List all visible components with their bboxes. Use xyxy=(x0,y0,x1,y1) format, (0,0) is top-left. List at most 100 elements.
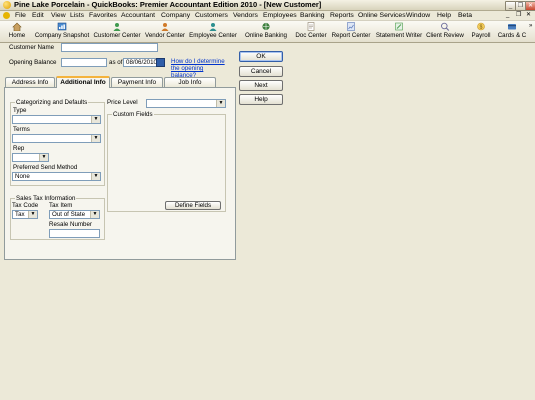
menu-lists[interactable]: Lists xyxy=(70,11,84,20)
customer-center-icon xyxy=(113,23,121,31)
help-button[interactable]: Help xyxy=(239,94,283,105)
as-of-date-field[interactable]: 08/06/2010 xyxy=(123,58,158,67)
toolbar-doc-center-button[interactable]: Doc Center xyxy=(295,22,327,41)
sales-tax-title: Sales Tax Information xyxy=(15,195,77,202)
tax-code-label: Tax Code xyxy=(12,202,39,209)
resale-number-label: Resale Number xyxy=(49,221,92,228)
doc-restore-button[interactable]: ❐ xyxy=(516,11,521,20)
toolbar-client-review-button[interactable]: Client Review xyxy=(426,22,464,41)
preferred-send-method-label: Preferred Send Method xyxy=(13,164,78,171)
price-level-label: Price Level xyxy=(107,99,138,106)
menu-online-services[interactable]: Online Services xyxy=(358,11,406,20)
menu-vendors[interactable]: Vendors xyxy=(233,11,258,20)
categorizing-defaults-title: Categorizing and Defaults xyxy=(15,99,89,106)
menu-help[interactable]: Help xyxy=(437,11,451,20)
doc-center-icon xyxy=(307,22,315,31)
toolbar-cards-button[interactable]: Cards & C xyxy=(496,22,528,41)
chevron-down-icon[interactable]: ▼ xyxy=(91,116,100,123)
opening-balance-label: Opening Balance xyxy=(9,59,57,66)
toolbar-customer-center-button[interactable]: Customer Center xyxy=(93,22,141,41)
ok-button[interactable]: OK xyxy=(239,51,283,62)
chevron-down-icon[interactable]: ▼ xyxy=(28,211,37,218)
doc-minimize-button[interactable]: _ xyxy=(506,11,509,20)
tab-payment-info[interactable]: Payment Info xyxy=(111,77,163,87)
menu-favorites[interactable]: Favorites xyxy=(89,11,117,20)
cards-icon xyxy=(508,24,516,30)
tax-item-dropdown[interactable]: Out of State ▼ xyxy=(49,210,100,219)
type-dropdown[interactable]: ▼ xyxy=(12,115,101,124)
opening-balance-field[interactable] xyxy=(61,58,107,67)
type-label: Type xyxy=(13,107,27,114)
define-fields-button[interactable]: Define Fields xyxy=(165,201,221,210)
vendor-center-icon xyxy=(161,23,169,31)
preferred-send-method-dropdown[interactable]: None ▼ xyxy=(12,172,101,181)
rep-label: Rep xyxy=(13,145,25,152)
statement-writer-icon xyxy=(395,22,403,31)
cancel-button[interactable]: Cancel xyxy=(239,66,283,77)
custom-fields-title: Custom Fields xyxy=(112,111,154,118)
terms-label: Terms xyxy=(13,126,30,133)
document-menu-icon[interactable] xyxy=(3,12,10,19)
calendar-icon[interactable] xyxy=(156,58,165,67)
preferred-send-method-value: None xyxy=(15,173,30,180)
menu-edit[interactable]: Edit xyxy=(32,11,44,20)
client-review-icon xyxy=(441,22,450,31)
employee-center-icon xyxy=(209,23,217,31)
tax-code-dropdown[interactable]: Tax ▼ xyxy=(12,210,38,219)
chevron-down-icon[interactable]: ▼ xyxy=(90,211,99,218)
menu-view[interactable]: View xyxy=(51,11,66,20)
menu-accountant[interactable]: Accountant xyxy=(121,11,155,20)
window-title: Pine Lake Porcelain - QuickBooks: Premie… xyxy=(14,0,322,9)
next-button[interactable]: Next xyxy=(239,80,283,91)
title-bar: Pine Lake Porcelain - QuickBooks: Premie… xyxy=(0,0,535,11)
chevron-down-icon[interactable]: ▼ xyxy=(91,135,100,142)
resale-number-field[interactable] xyxy=(49,229,100,238)
doc-close-button[interactable]: ✕ xyxy=(526,11,531,20)
tab-additional-info[interactable]: Additional Info xyxy=(56,76,110,88)
menu-window[interactable]: Window xyxy=(406,11,430,20)
online-banking-icon xyxy=(262,22,270,31)
toolbar-report-center-button[interactable]: Report Center xyxy=(331,22,371,41)
payroll-icon: $ xyxy=(477,22,485,30)
toolbar-statement-writer-button[interactable]: Statement Writer xyxy=(375,22,423,41)
tab-job-info[interactable]: Job Info xyxy=(164,77,216,87)
chevron-down-icon[interactable]: ▼ xyxy=(91,173,100,180)
menu-file[interactable]: File xyxy=(15,11,26,20)
customer-name-field[interactable] xyxy=(61,43,158,52)
icon-toolbar: Home Company Snapshot Customer Center Ve… xyxy=(0,21,535,43)
tax-item-value: Out of State xyxy=(52,211,86,218)
toolbar-online-banking-button[interactable]: Online Banking xyxy=(243,22,289,41)
menu-beta[interactable]: Beta xyxy=(458,11,472,20)
terms-dropdown[interactable]: ▼ xyxy=(12,134,101,143)
menu-banking[interactable]: Banking xyxy=(300,11,325,20)
price-level-dropdown[interactable]: ▼ xyxy=(146,99,226,108)
opening-balance-help-link[interactable]: How do I determine the opening balance? xyxy=(171,58,229,79)
snapshot-icon xyxy=(57,22,67,31)
tax-code-value: Tax xyxy=(15,211,25,218)
additional-info-panel: Categorizing and Defaults Type ▼ Terms ▼… xyxy=(4,87,236,260)
close-window-button[interactable]: ✕ xyxy=(525,1,535,11)
tab-address-info[interactable]: Address Info xyxy=(5,77,55,87)
as-of-label: as of xyxy=(109,59,123,66)
tax-item-label: Tax Item xyxy=(49,202,73,209)
menu-customers[interactable]: Customers xyxy=(195,11,228,20)
menu-reports[interactable]: Reports xyxy=(330,11,354,20)
toolbar-payroll-button[interactable]: $ Payroll xyxy=(470,22,492,41)
quickbooks-app-icon xyxy=(3,1,11,9)
toolbar-home-button[interactable]: Home xyxy=(5,22,29,41)
customer-name-label: Customer Name xyxy=(9,44,55,51)
toolbar-company-snapshot-button[interactable]: Company Snapshot xyxy=(33,22,91,41)
chevron-down-icon[interactable]: ▼ xyxy=(216,100,225,107)
menu-company[interactable]: Company xyxy=(161,11,190,20)
custom-fields-group: Custom Fields xyxy=(107,111,226,212)
toolbar-vendor-center-button[interactable]: Vendor Center xyxy=(143,22,187,41)
toolbar-employee-center-button[interactable]: Employee Center xyxy=(188,22,238,41)
svg-text:$: $ xyxy=(480,24,483,30)
rep-dropdown[interactable]: ▼ xyxy=(12,153,49,162)
toolbar-overflow-chevron-icon[interactable]: » xyxy=(529,22,532,31)
menu-employees[interactable]: Employees xyxy=(263,11,297,20)
report-center-icon xyxy=(347,22,355,31)
chevron-down-icon[interactable]: ▼ xyxy=(39,154,48,161)
home-icon xyxy=(12,22,22,31)
menu-bar: File Edit View Lists Favorites Accountan… xyxy=(0,11,535,21)
